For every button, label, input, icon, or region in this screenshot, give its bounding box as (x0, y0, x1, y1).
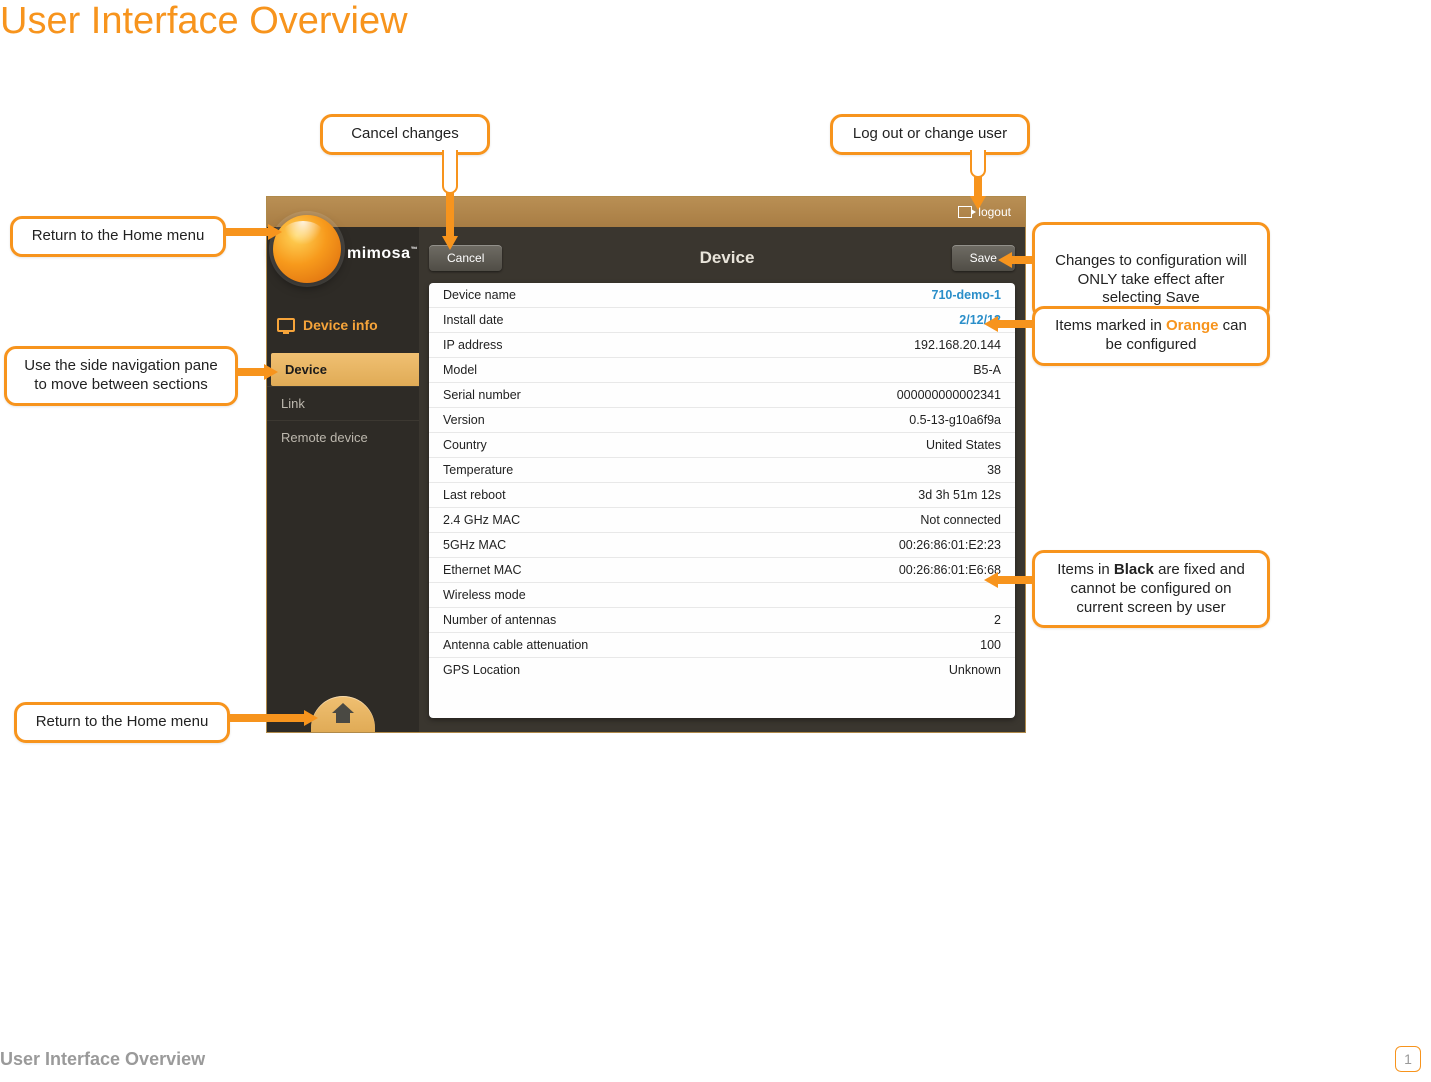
page-number: 1 (1395, 1046, 1421, 1072)
row-value: 3d 3h 51m 12s (918, 488, 1001, 502)
row-label: Install date (443, 313, 503, 327)
row-value: 192.168.20.144 (914, 338, 1001, 352)
row-value: 100 (980, 638, 1001, 652)
row-label: Model (443, 363, 477, 377)
row-label: 5GHz MAC (443, 538, 506, 552)
content-area: Cancel Device Save Device name 710-demo-1… (419, 227, 1025, 732)
sidebar-item-link[interactable]: Link (267, 386, 419, 420)
table-row: GPS Location Unknown (429, 658, 1015, 682)
table-row: Version 0.5-13-g10a6f9a (429, 408, 1015, 433)
panel-header: Cancel Device Save (419, 227, 1025, 283)
row-label: Device name (443, 288, 516, 302)
sidebar: mimosa™ Device info Device Link Remote d… (267, 227, 419, 732)
row-label: Number of antennas (443, 613, 556, 627)
table-row: Antenna cable attenuation 100 (429, 633, 1015, 658)
device-info-panel: Device name 710-demo-1 Install date2/12/13… (429, 283, 1015, 718)
table-row: 2.4 GHz MAC Not connected (429, 508, 1015, 533)
table-row: 5GHz MAC 00:26:86:01:E2:23 (429, 533, 1015, 558)
sidebar-section-label: Device info (303, 317, 378, 333)
row-label: Version (443, 413, 485, 427)
table-row: Install date2/12/13 (429, 308, 1015, 333)
row-value: Not connected (920, 513, 1001, 527)
sidebar-nav: Device Link Remote device (267, 353, 419, 454)
row-value: United States (926, 438, 1001, 452)
table-row: Number of antennas 2 (429, 608, 1015, 633)
row-label: 2.4 GHz MAC (443, 513, 520, 527)
row-label: Serial number (443, 388, 521, 402)
callout-home-top: Return to the Home menu (10, 216, 226, 257)
row-label: GPS Location (443, 663, 520, 677)
table-row: Device name 710-demo-1 (429, 283, 1015, 308)
table-row: Model B5-A (429, 358, 1015, 383)
row-value[interactable]: 710-demo-1 (932, 288, 1001, 302)
row-value: Unknown (949, 663, 1001, 677)
row-label: Country (443, 438, 487, 452)
app-window: logout mimosa™ Device info Device Link R… (266, 196, 1026, 733)
table-row: Last reboot 3d 3h 51m 12s (429, 483, 1015, 508)
callout-orange: Items marked in Orange can be configured (1032, 306, 1270, 366)
row-label: IP address (443, 338, 503, 352)
cancel-button[interactable]: Cancel (429, 245, 502, 271)
callout-cancel: Cancel changes (320, 114, 490, 155)
monitor-icon (277, 318, 295, 332)
table-row: Temperature 38 (429, 458, 1015, 483)
row-value: 000000000002341 (897, 388, 1001, 402)
table-row: Ethernet MAC00:26:86:01:E6:68 (429, 558, 1015, 583)
panel-title: Device (700, 248, 755, 268)
row-value: 0.5-13-g10a6f9a (909, 413, 1001, 427)
logo-text: mimosa™ (347, 245, 418, 263)
top-bar: logout (267, 197, 1025, 227)
table-row: Country United States (429, 433, 1015, 458)
row-label: Last reboot (443, 488, 506, 502)
footer-title: User Interface Overview (0, 1049, 205, 1070)
sidebar-item-remote-device[interactable]: Remote device (267, 420, 419, 454)
callout-black: Items in Black are fixed and cannot be c… (1032, 550, 1270, 628)
callout-home-bottom: Return to the Home menu (14, 702, 230, 743)
row-label: Antenna cable attenuation (443, 638, 588, 652)
row-label: Wireless mode (443, 588, 526, 602)
app-body: mimosa™ Device info Device Link Remote d… (267, 227, 1025, 732)
row-value: 2 (994, 613, 1001, 627)
row-value: 00:26:86:01:E2:23 (899, 538, 1001, 552)
callout-logout: Log out or change user (830, 114, 1030, 155)
callout-sidenav: Use the side navigation pane to move bet… (4, 346, 238, 406)
table-row: Serial number 000000000002341 (429, 383, 1015, 408)
row-value: B5-A (973, 363, 1001, 377)
sidebar-item-device[interactable]: Device (271, 353, 419, 386)
home-icon (332, 705, 354, 723)
logo[interactable]: mimosa™ (273, 215, 341, 283)
callout-save: Changes to configuration will ONLY take … (1032, 222, 1270, 319)
row-label: Ethernet MAC (443, 563, 522, 577)
row-value: 38 (987, 463, 1001, 477)
table-row: Wireless mode (429, 583, 1015, 608)
table-row: IP address 192.168.20.144 (429, 333, 1015, 358)
logo-circle-icon (273, 215, 341, 283)
home-button[interactable] (311, 696, 375, 732)
sidebar-section-device-info[interactable]: Device info (267, 313, 419, 337)
page-title: User Interface Overview (0, 0, 408, 43)
row-label: Temperature (443, 463, 513, 477)
